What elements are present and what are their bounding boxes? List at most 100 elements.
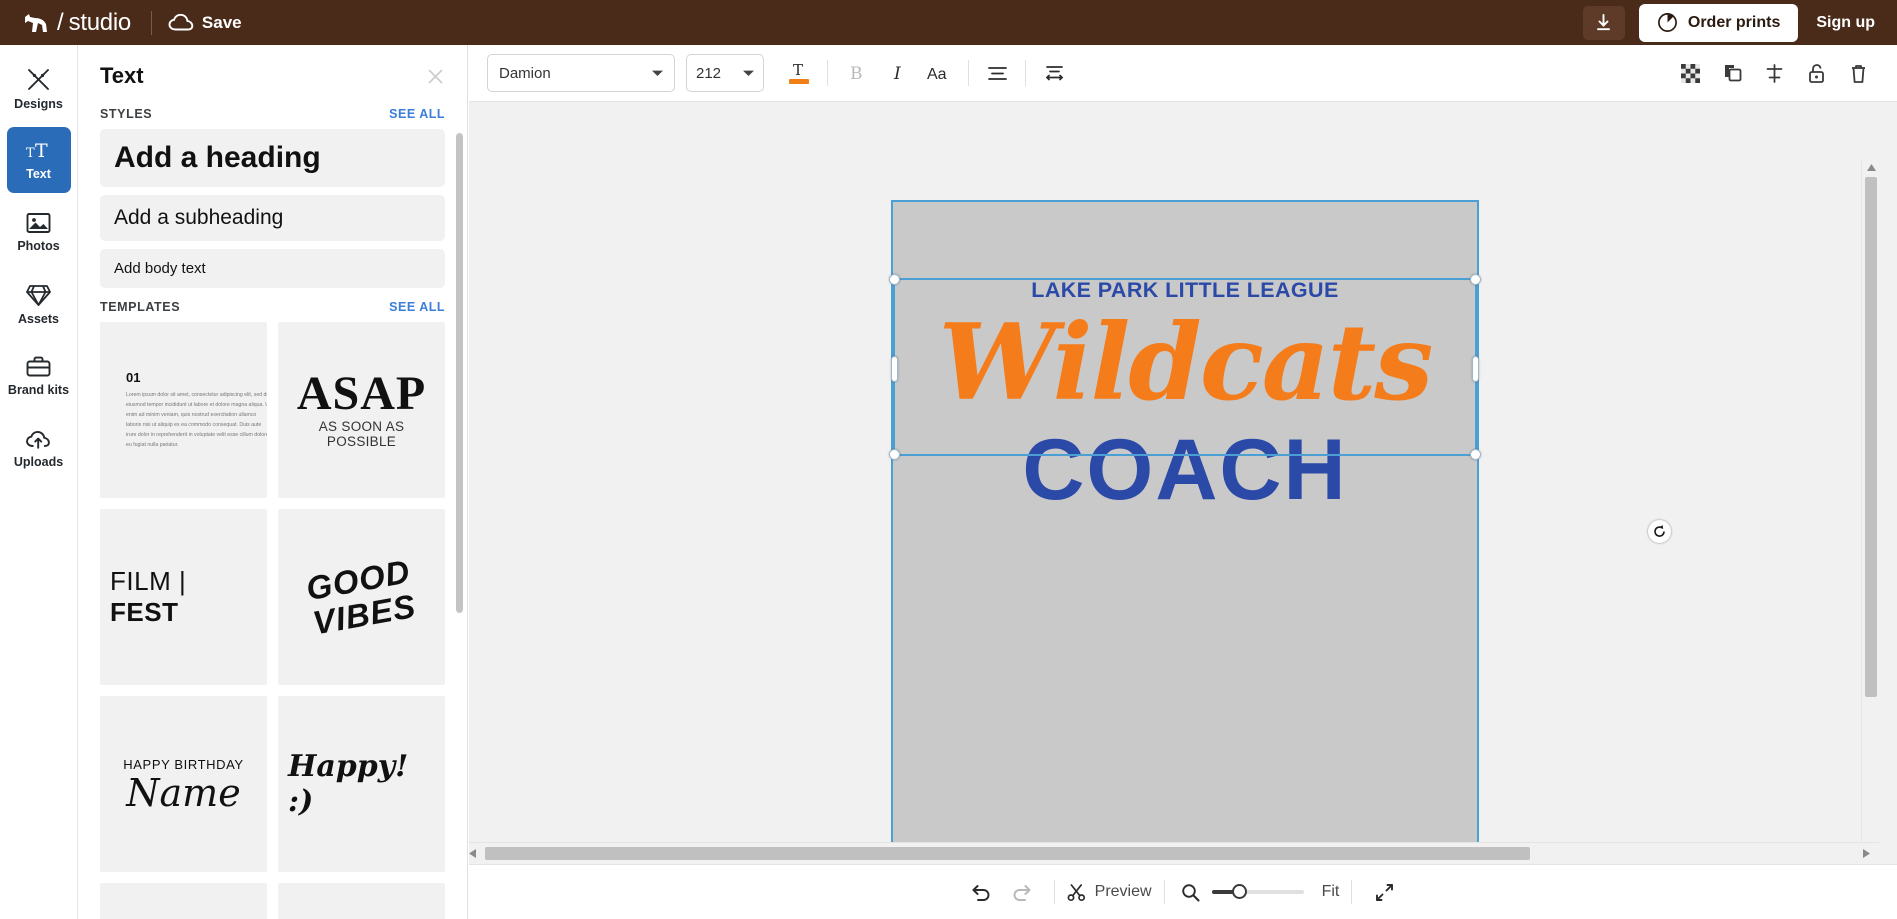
sidebar-item-assets[interactable]: Assets bbox=[7, 271, 71, 337]
fullscreen-button[interactable] bbox=[1364, 872, 1404, 912]
bottombar-divider bbox=[1351, 880, 1352, 904]
template-film-bold: FEST bbox=[110, 597, 178, 627]
text-toolbar: Damion 212 T B I bbox=[469, 45, 1897, 102]
design-page[interactable]: LAKE PARK LITTLE LEAGUE Wildcats COACH bbox=[893, 202, 1477, 866]
design-text-coach[interactable]: COACH bbox=[893, 427, 1477, 513]
topbar-actions: Order prints Sign up bbox=[1583, 4, 1875, 42]
expand-icon bbox=[1375, 883, 1394, 902]
template-placeholder-b[interactable] bbox=[278, 883, 445, 919]
sidebar-item-photos[interactable]: Photos bbox=[7, 199, 71, 265]
sidebar-item-uploads[interactable]: Uploads bbox=[7, 415, 71, 481]
templates-see-all-link[interactable]: SEE ALL bbox=[389, 300, 445, 314]
horizontal-scrollbar-thumb[interactable] bbox=[485, 847, 1530, 860]
template-hb-line2: Name bbox=[123, 774, 243, 812]
svg-text:I: I bbox=[893, 64, 901, 83]
template-numbered-paragraph[interactable]: 01 Lorem ipsum dolor sit amet, consectet… bbox=[100, 322, 267, 498]
brand-slash: / bbox=[57, 9, 64, 37]
order-prints-label: Order prints bbox=[1688, 14, 1780, 32]
download-button[interactable] bbox=[1583, 6, 1625, 40]
workspace: Damion 212 T B I bbox=[469, 45, 1897, 919]
sidebar-item-designs[interactable]: Designs bbox=[7, 55, 71, 121]
toolbar-divider bbox=[968, 60, 969, 86]
scroll-left-arrow[interactable] bbox=[469, 849, 485, 858]
template-film-fest[interactable]: FILM | FEST bbox=[100, 509, 267, 685]
unlock-button[interactable] bbox=[1795, 52, 1837, 94]
template-asap[interactable]: ASAP AS SOON AS POSSIBLE bbox=[278, 322, 445, 498]
bottom-bar: Preview Fit bbox=[469, 864, 1897, 919]
template-happy[interactable]: Happy! :) bbox=[278, 696, 445, 872]
scroll-up-arrow[interactable] bbox=[1862, 159, 1879, 175]
order-prints-button[interactable]: Order prints bbox=[1639, 4, 1798, 42]
svg-text:T: T bbox=[26, 146, 35, 161]
style-subheading-button[interactable]: Add a subheading bbox=[100, 195, 445, 241]
templates-section-title: TEMPLATES bbox=[100, 300, 180, 314]
top-bar: / studio Save bbox=[0, 0, 1897, 45]
font-size-select[interactable]: 212 bbox=[686, 54, 764, 92]
undo-button[interactable] bbox=[962, 872, 1002, 912]
styles-see-all-link[interactable]: SEE ALL bbox=[389, 107, 445, 121]
brand-logo[interactable]: / studio bbox=[22, 9, 131, 37]
save-button[interactable]: Save bbox=[168, 13, 242, 33]
italic-button[interactable]: I bbox=[877, 52, 919, 94]
canvas-area[interactable]: LAKE PARK LITTLE LEAGUE Wildcats COACH bbox=[469, 102, 1879, 885]
zoom-slider-knob[interactable] bbox=[1232, 884, 1247, 899]
topbar-divider bbox=[151, 11, 152, 35]
template-placeholder-a[interactable] bbox=[100, 883, 267, 919]
bottombar-divider bbox=[1164, 880, 1165, 904]
delete-button[interactable] bbox=[1837, 52, 1879, 94]
template-asap-title: ASAP bbox=[288, 371, 435, 417]
line-spacing-button[interactable] bbox=[1033, 52, 1075, 94]
template-asap-subtitle: AS SOON AS POSSIBLE bbox=[288, 419, 435, 449]
save-label: Save bbox=[202, 13, 242, 33]
zoom-control bbox=[1181, 883, 1304, 902]
left-rail: Designs T T Text Photos bbox=[0, 45, 78, 919]
sidebar-item-text[interactable]: T T Text bbox=[7, 127, 71, 193]
vertical-scrollbar[interactable] bbox=[1861, 159, 1879, 885]
scroll-right-arrow[interactable] bbox=[1863, 849, 1879, 858]
horse-logo bbox=[22, 11, 52, 35]
pie-chart-icon bbox=[1657, 12, 1678, 33]
magnifier-icon[interactable] bbox=[1181, 883, 1200, 902]
duplicate-button[interactable] bbox=[1711, 52, 1753, 94]
fit-button[interactable]: Fit bbox=[1322, 883, 1340, 901]
app-root: / studio Save bbox=[0, 0, 1897, 919]
template-film-pre: FILM | bbox=[110, 566, 186, 596]
bold-button[interactable]: B bbox=[835, 52, 877, 94]
vertical-scrollbar-thumb[interactable] bbox=[1865, 177, 1877, 697]
template-good-vibes[interactable]: GOOD VIBES bbox=[278, 509, 445, 685]
transparency-button[interactable] bbox=[1669, 52, 1711, 94]
design-text-wildcats[interactable]: Wildcats bbox=[893, 297, 1477, 428]
chevron-down-icon bbox=[652, 69, 663, 77]
text-panel: Text STYLES SEE ALL Add a heading Add a … bbox=[78, 45, 468, 919]
letter-case-button[interactable]: Aa bbox=[919, 52, 961, 94]
svg-text:B: B bbox=[850, 64, 863, 83]
sign-up-button[interactable]: Sign up bbox=[1816, 14, 1875, 32]
svg-text:T: T bbox=[793, 62, 803, 77]
style-heading-button[interactable]: Add a heading bbox=[100, 129, 445, 187]
scissors-icon bbox=[1067, 883, 1086, 902]
panel-header: Text bbox=[78, 45, 467, 95]
style-body-button[interactable]: Add body text bbox=[100, 249, 445, 289]
toolbar-divider bbox=[1025, 60, 1026, 86]
align-center-button[interactable] bbox=[976, 52, 1018, 94]
toolbar-divider bbox=[827, 60, 828, 86]
panel-scrollbar-thumb[interactable] bbox=[456, 133, 463, 613]
sidebar-item-label: Brand kits bbox=[8, 384, 69, 397]
styles-section-title: STYLES bbox=[100, 107, 152, 121]
text-color-button[interactable]: T bbox=[778, 52, 820, 94]
styles-section-header: STYLES SEE ALL bbox=[78, 95, 467, 129]
redo-button[interactable] bbox=[1002, 872, 1042, 912]
template-happy-birthday[interactable]: HAPPY BIRTHDAY Name bbox=[100, 696, 267, 872]
font-family-select[interactable]: Damion bbox=[487, 54, 675, 92]
position-align-button[interactable] bbox=[1753, 52, 1795, 94]
svg-text:T: T bbox=[35, 140, 48, 162]
undo-icon bbox=[971, 883, 992, 902]
text-color-swatch bbox=[789, 79, 809, 84]
sidebar-item-brand-kits[interactable]: Brand kits bbox=[7, 343, 71, 409]
download-icon bbox=[1594, 13, 1613, 32]
horizontal-scrollbar[interactable] bbox=[469, 842, 1879, 864]
cloud-icon bbox=[168, 13, 194, 32]
zoom-slider[interactable] bbox=[1212, 890, 1304, 894]
close-icon[interactable] bbox=[426, 67, 445, 86]
preview-button[interactable]: Preview bbox=[1067, 883, 1152, 902]
